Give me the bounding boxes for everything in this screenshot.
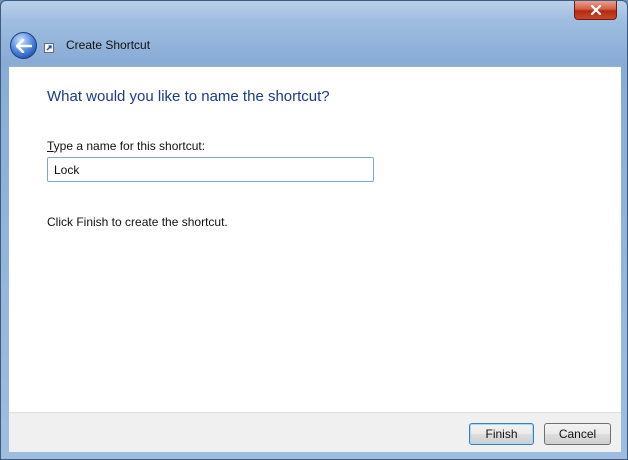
shortcut-name-label: Type a name for this shortcut: (47, 139, 205, 153)
shortcut-name-input[interactable] (47, 157, 374, 182)
finish-hint: Click Finish to create the shortcut. (47, 215, 228, 229)
shortcut-name-label-text: ype a name for this shortcut: (53, 139, 206, 153)
page-heading: What would you like to name the shortcut… (47, 88, 330, 105)
close-button[interactable] (574, 1, 617, 20)
cancel-button[interactable]: Cancel (544, 423, 611, 445)
create-shortcut-window: Create Shortcut What would you like to n… (0, 0, 628, 460)
wizard-content: What would you like to name the shortcut… (9, 66, 621, 412)
back-button[interactable] (10, 32, 37, 59)
window-title: Create Shortcut (66, 38, 151, 52)
access-key-letter: T (47, 139, 54, 153)
back-arrow-icon (15, 38, 32, 53)
finish-button[interactable]: Finish (469, 423, 534, 445)
shortcut-icon (44, 43, 54, 53)
close-icon (590, 5, 601, 15)
button-bar: Finish Cancel (9, 412, 621, 452)
